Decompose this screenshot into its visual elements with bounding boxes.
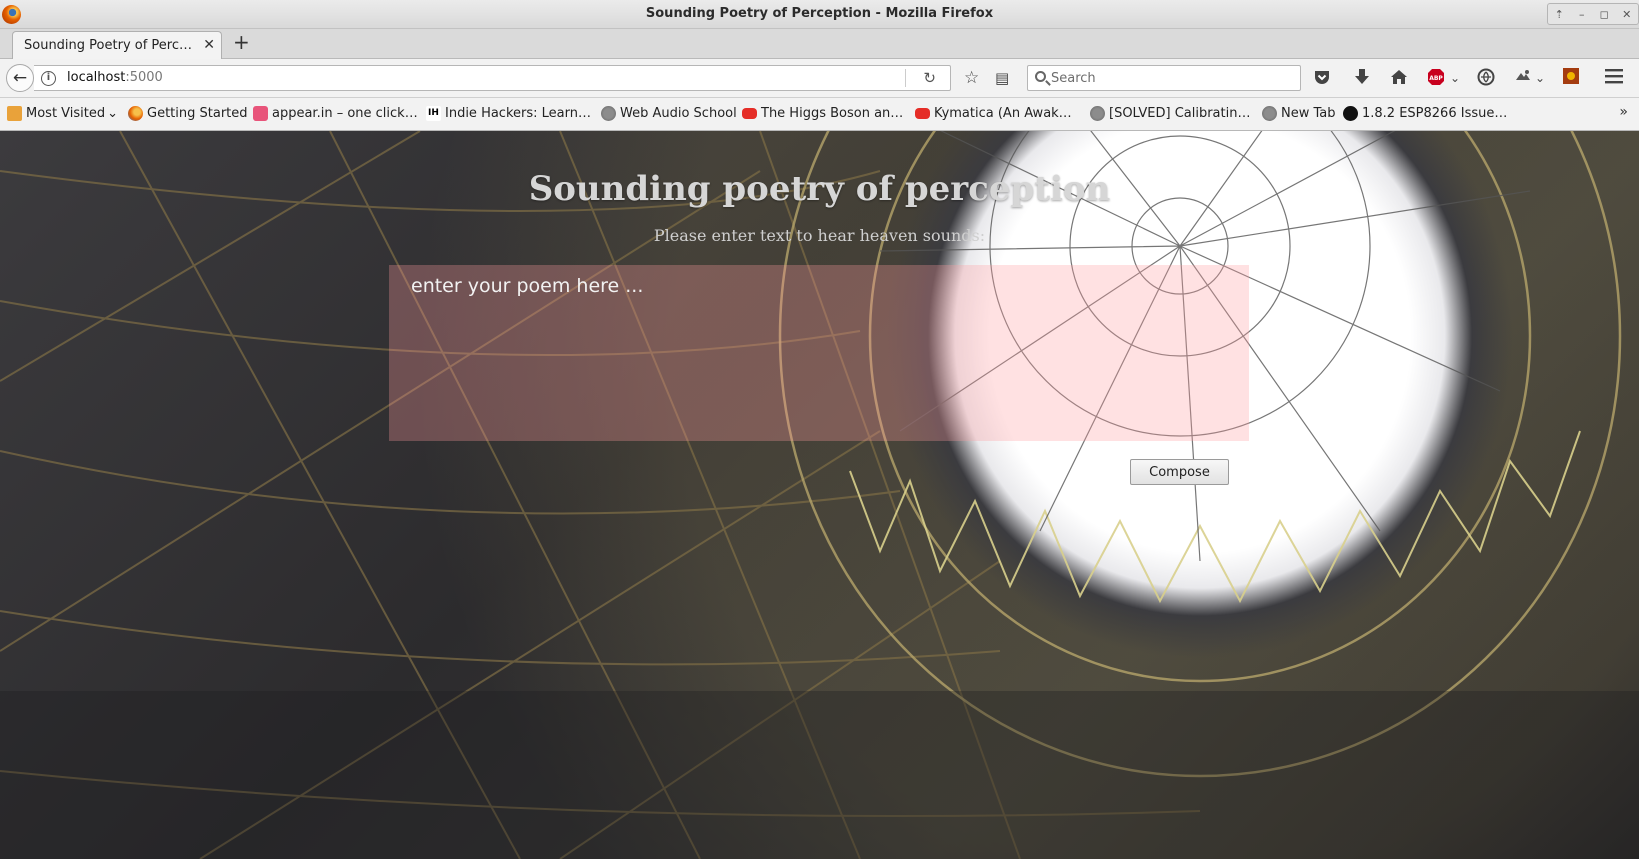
bookmark-new-tab[interactable]: New Tab bbox=[1262, 106, 1336, 121]
url-text[interactable]: localhost:5000 bbox=[67, 70, 163, 85]
bookmark-label: The Higgs Boson an… bbox=[761, 106, 904, 121]
bookmark-label: [SOLVED] Calibratin… bbox=[1109, 106, 1251, 121]
page-subtitle: Please enter text to hear heaven sounds: bbox=[653, 226, 986, 245]
bookmark-solved-calibrating[interactable]: [SOLVED] Calibratin… bbox=[1090, 106, 1250, 121]
window-minimize-button[interactable]: – bbox=[1573, 8, 1591, 21]
new-tab-button[interactable]: + bbox=[233, 30, 250, 54]
window-maximize-button[interactable]: ◻ bbox=[1595, 8, 1613, 21]
firefox-icon bbox=[128, 106, 143, 121]
bookmark-label: Kymatica (An Awak… bbox=[934, 106, 1072, 121]
bookmark-label: New Tab bbox=[1281, 106, 1336, 121]
indie-hackers-icon: IH bbox=[426, 106, 441, 121]
globe-icon bbox=[1262, 106, 1277, 121]
reading-list-icon[interactable]: ▤ bbox=[995, 68, 1009, 88]
search-bar[interactable]: Search bbox=[1027, 65, 1301, 91]
chevron-down-icon: ⌄ bbox=[107, 106, 119, 121]
bookmark-most-visited[interactable]: Most Visited ⌄ bbox=[7, 106, 118, 121]
youtube-icon bbox=[742, 108, 757, 119]
github-icon bbox=[1343, 106, 1358, 121]
bookmark-esp8266-issue[interactable]: 1.8.2 ESP8266 Issue… bbox=[1343, 106, 1507, 121]
bookmark-kymatica[interactable]: Kymatica (An Awak… bbox=[915, 106, 1072, 121]
bookmark-higgs-boson[interactable]: The Higgs Boson an… bbox=[742, 106, 903, 121]
folder-icon bbox=[7, 106, 22, 121]
tab-close-icon[interactable]: ✕ bbox=[203, 37, 215, 53]
page-content: Sounding poetry of perception Please ent… bbox=[0, 131, 1639, 859]
bookmark-indie-hackers[interactable]: IH Indie Hackers: Learn… bbox=[426, 106, 591, 121]
url-port: :5000 bbox=[125, 70, 163, 85]
search-placeholder: Search bbox=[1051, 71, 1096, 86]
poem-input[interactable] bbox=[389, 265, 1249, 441]
site-info-icon[interactable]: i bbox=[41, 71, 56, 86]
globe-icon bbox=[601, 106, 616, 121]
pocket-icon[interactable] bbox=[1313, 68, 1331, 91]
appear-in-icon bbox=[253, 106, 268, 121]
bookmarks-overflow-button[interactable]: » bbox=[1619, 104, 1628, 120]
window-close-button[interactable]: ✕ bbox=[1618, 8, 1636, 21]
window-up-button[interactable]: ⇡ bbox=[1550, 8, 1568, 21]
reload-icon[interactable]: ↻ bbox=[923, 69, 936, 87]
back-button[interactable]: ← bbox=[6, 64, 34, 92]
search-icon bbox=[1035, 71, 1046, 82]
menu-icon[interactable] bbox=[1605, 68, 1623, 89]
url-separator bbox=[905, 69, 906, 87]
addon-icon[interactable] bbox=[1563, 68, 1579, 89]
bookmark-label: Web Audio School bbox=[620, 106, 737, 121]
bookmark-star-icon[interactable]: ☆ bbox=[964, 68, 979, 88]
globe-icon bbox=[1090, 106, 1105, 121]
compose-button[interactable]: Compose bbox=[1130, 459, 1229, 485]
bookmarks-toolbar: Most Visited ⌄ Getting Started appear.in… bbox=[0, 98, 1639, 131]
bookmark-appear-in[interactable]: appear.in – one click… bbox=[253, 106, 418, 121]
svg-text:ABP: ABP bbox=[1429, 75, 1443, 82]
extension-icon[interactable] bbox=[1477, 68, 1495, 91]
tab-title: Sounding Poetry of Perc… bbox=[24, 38, 193, 53]
adblock-dropdown-icon[interactable]: ⌄ bbox=[1450, 68, 1460, 88]
window-title: Sounding Poetry of Perception - Mozilla … bbox=[645, 6, 994, 21]
page-title: Sounding poetry of perception bbox=[528, 169, 1111, 209]
window-titlebar: Sounding Poetry of Perception - Mozilla … bbox=[0, 0, 1639, 29]
bookmark-web-audio-school[interactable]: Web Audio School bbox=[601, 106, 737, 121]
bookmark-getting-started[interactable]: Getting Started bbox=[128, 106, 248, 121]
bookmark-label: appear.in – one click… bbox=[272, 106, 418, 121]
tab-active[interactable]: Sounding Poetry of Perc… ✕ bbox=[12, 31, 222, 60]
extension-dropdown-icon[interactable]: ⌄ bbox=[1535, 68, 1545, 88]
bookmark-label: Indie Hackers: Learn… bbox=[445, 106, 591, 121]
bookmark-label: Getting Started bbox=[147, 106, 248, 121]
adblock-icon[interactable]: ABP bbox=[1427, 68, 1445, 91]
url-bar[interactable]: i localhost:5000 ↻ bbox=[34, 65, 951, 91]
extension-icon-2[interactable] bbox=[1514, 68, 1532, 91]
url-host: localhost bbox=[67, 70, 126, 85]
youtube-icon bbox=[915, 108, 930, 119]
home-icon[interactable] bbox=[1390, 68, 1408, 91]
bookmark-label: 1.8.2 ESP8266 Issue… bbox=[1362, 106, 1508, 121]
bookmark-label: Most Visited bbox=[26, 106, 106, 121]
download-icon[interactable] bbox=[1354, 68, 1370, 91]
window-controls: ⇡ – ◻ ✕ bbox=[1547, 3, 1639, 25]
